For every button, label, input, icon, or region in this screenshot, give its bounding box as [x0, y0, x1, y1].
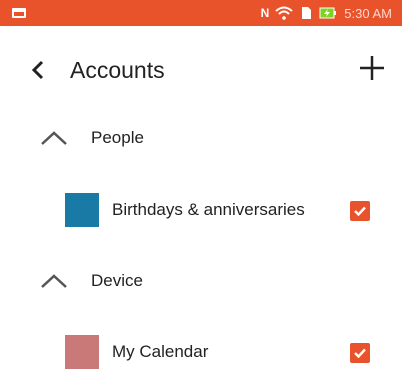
account-label: My Calendar — [112, 342, 209, 361]
status-time: 5:30 AM — [344, 5, 392, 21]
wifi-icon — [275, 6, 293, 20]
page-title: Accounts — [70, 57, 165, 83]
section-label: Device — [91, 271, 143, 290]
account-row-birthdays[interactable]: Birthdays & anniversaries — [0, 188, 402, 232]
account-checkbox[interactable] — [350, 343, 370, 363]
chevron-up-icon — [41, 274, 67, 288]
section-header-people[interactable]: People — [0, 118, 402, 158]
chevron-left-icon — [31, 60, 44, 80]
check-icon — [354, 348, 366, 359]
check-icon — [354, 206, 366, 217]
battery-charging-icon — [319, 6, 337, 20]
plus-icon — [360, 56, 384, 80]
calendar-color-swatch — [65, 193, 99, 227]
account-label: Birthdays & anniversaries — [112, 200, 305, 219]
account-row-my-calendar[interactable]: My Calendar — [0, 330, 402, 374]
notification-icon — [12, 8, 26, 18]
section-header-device[interactable]: Device — [0, 261, 402, 301]
status-bar: N 5:30 AM — [0, 0, 402, 26]
calendar-color-swatch — [65, 335, 99, 369]
toolbar: Accounts — [0, 26, 402, 114]
sim-icon — [300, 6, 312, 20]
back-button[interactable] — [24, 54, 52, 86]
chevron-up-icon — [41, 131, 67, 145]
section-label: People — [91, 128, 144, 147]
add-account-button[interactable] — [356, 52, 388, 84]
nfc-icon: N — [260, 6, 270, 20]
account-checkbox[interactable] — [350, 201, 370, 221]
